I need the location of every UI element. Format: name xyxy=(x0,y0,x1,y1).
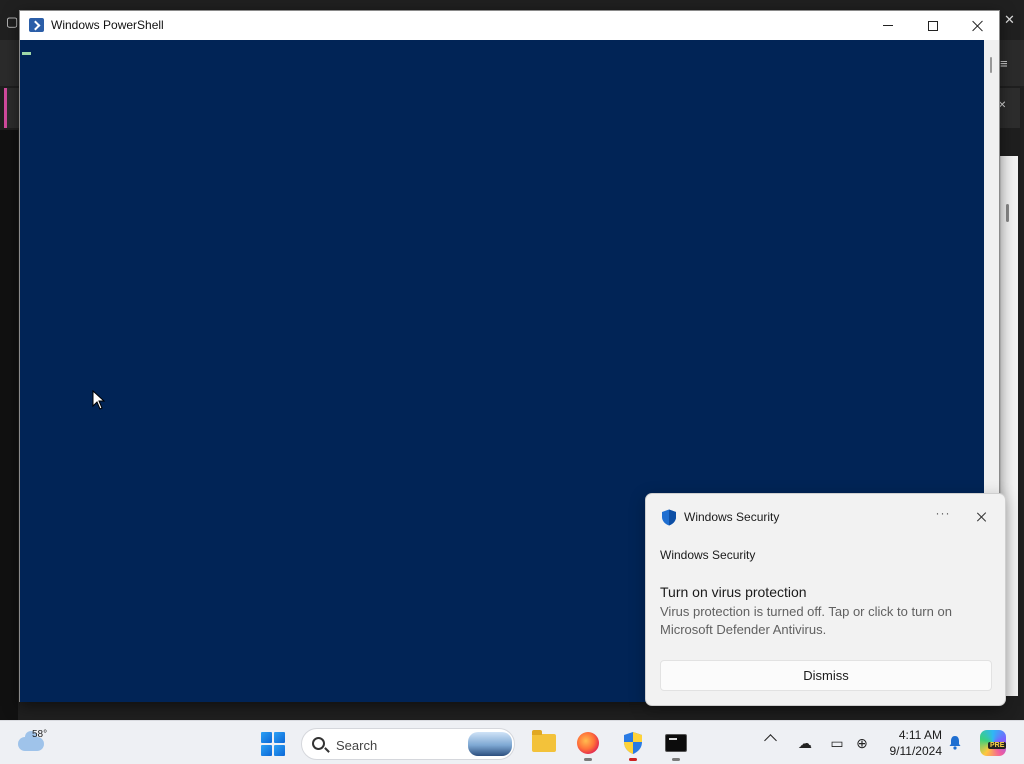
folder-icon xyxy=(532,730,556,752)
firefox-icon xyxy=(577,732,599,754)
security-toast-notification[interactable]: Windows Security ··· Windows Security Tu… xyxy=(645,493,1006,706)
toast-body-text[interactable]: Virus protection is turned off. Tap or c… xyxy=(660,603,990,639)
more-options-icon[interactable]: ··· xyxy=(932,506,954,526)
weather-widget[interactable]: 58° xyxy=(16,727,56,759)
minimize-icon xyxy=(883,25,893,26)
background-close-icon[interactable]: ✕ xyxy=(1004,12,1015,28)
taskbar-search-box[interactable]: Search xyxy=(301,728,515,760)
taskbar-firefox[interactable] xyxy=(574,729,602,761)
toast-close-button[interactable] xyxy=(972,507,992,527)
start-button[interactable] xyxy=(261,732,285,756)
system-clock[interactable]: 4:11 AM 9/11/2024 xyxy=(878,727,943,759)
background-left-strip xyxy=(0,130,18,720)
taskbar-powershell[interactable] xyxy=(662,729,690,761)
search-placeholder: Search xyxy=(336,738,378,753)
powershell-titlebar[interactable]: Windows PowerShell xyxy=(20,11,999,40)
notification-bell-icon[interactable] xyxy=(948,735,962,750)
powershell-title: Windows PowerShell xyxy=(51,18,164,32)
copilot-icon[interactable]: PRE xyxy=(980,730,1007,756)
clock-time: 4:11 AM xyxy=(898,728,942,742)
maximize-icon xyxy=(928,20,938,31)
terminal-icon xyxy=(665,734,687,752)
background-menu-icon[interactable]: ≡ xyxy=(1000,56,1008,71)
toast-app-title: Windows Security xyxy=(684,510,780,524)
taskbar: 58° Search ☁ ▭ ⊕ 4:11 AM 9/11/2024 PRE xyxy=(0,720,1024,764)
minimize-button[interactable] xyxy=(865,11,911,40)
onedrive-offline-icon[interactable]: ☁ xyxy=(796,734,814,752)
windows-logo-tile xyxy=(261,745,272,756)
maximize-button[interactable] xyxy=(910,11,956,40)
search-icon xyxy=(312,737,325,750)
background-scroll-thumb[interactable] xyxy=(1006,204,1009,222)
running-indicator xyxy=(672,758,680,761)
toast-source-label: Windows Security xyxy=(660,548,756,562)
close-icon xyxy=(972,20,984,32)
running-indicator xyxy=(584,758,592,761)
show-hidden-icons-chevron-icon[interactable] xyxy=(764,734,777,747)
weather-temperature: 58° xyxy=(32,729,48,740)
windows-logo-tile xyxy=(261,732,272,743)
network-icon[interactable]: ⊕ xyxy=(853,734,871,752)
running-indicator xyxy=(629,758,637,761)
windows-logo-tile xyxy=(274,745,285,756)
close-button[interactable] xyxy=(955,11,1001,40)
taskbar-windows-security[interactable] xyxy=(619,729,647,761)
console-scroll-thumb[interactable] xyxy=(990,57,992,73)
background-window-icon: ▢ xyxy=(6,14,19,29)
clock-date: 9/11/2024 xyxy=(889,744,943,758)
search-highlight-image[interactable] xyxy=(468,732,512,756)
taskbar-file-explorer[interactable] xyxy=(530,729,558,757)
shield-icon xyxy=(624,732,642,754)
powershell-icon xyxy=(29,18,44,32)
windows-logo-tile xyxy=(274,732,285,743)
windows-security-shield-icon xyxy=(662,509,676,526)
dismiss-button[interactable]: Dismiss xyxy=(660,660,992,691)
console-cursor xyxy=(22,52,31,55)
display-icon[interactable]: ▭ xyxy=(828,734,846,752)
toast-heading[interactable]: Turn on virus protection xyxy=(660,584,807,600)
copilot-preview-badge: PRE xyxy=(988,742,1007,749)
